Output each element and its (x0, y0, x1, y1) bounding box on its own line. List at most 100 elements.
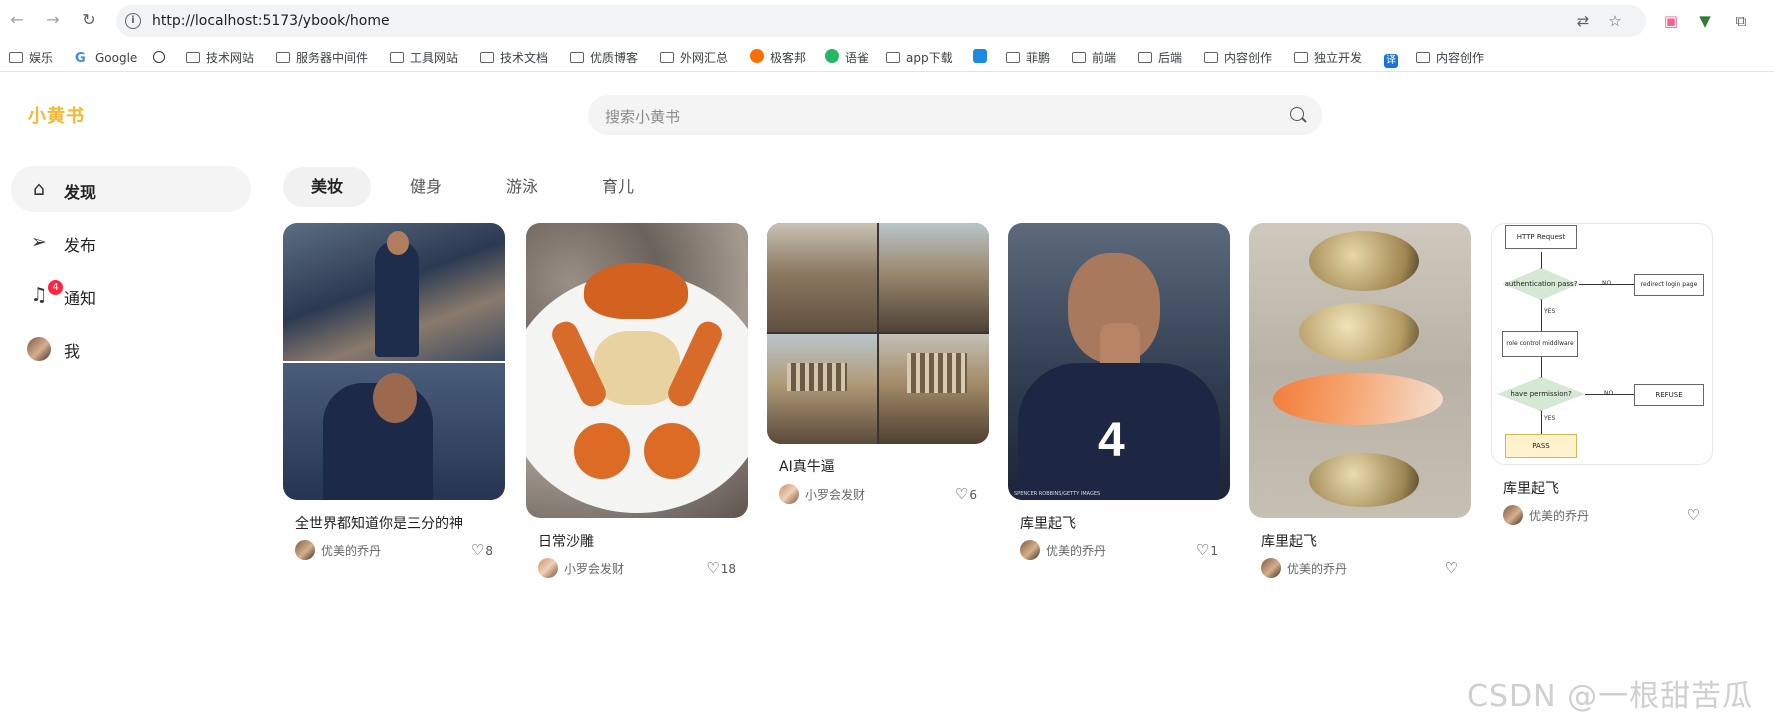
card-cover-image[interactable] (283, 223, 505, 500)
note-card[interactable]: 全世界都知道你是三分的神 优美的乔丹 ♡8 (283, 223, 505, 560)
sidebar-item-discover[interactable]: ⌂ 发现 (11, 166, 251, 212)
card-author[interactable]: 小罗会发财 (805, 486, 865, 503)
note-card[interactable]: HTTP Request authentication pass? NO red… (1491, 223, 1713, 525)
note-card[interactable]: 日常沙雕 小罗会发财 ♡18 (526, 223, 748, 578)
card-author[interactable]: 小罗会发财 (564, 560, 624, 577)
avatar[interactable] (1020, 540, 1040, 560)
bookmark-folder[interactable]: 前端 (1072, 49, 1116, 67)
like-button[interactable]: ♡ (1687, 506, 1701, 524)
bookmark[interactable]: 译 (1384, 49, 1404, 68)
tab-swimming[interactable]: 游泳 (478, 167, 566, 207)
card-title[interactable]: 全世界都知道你是三分的神 (295, 513, 463, 533)
back-icon[interactable]: ← (6, 9, 28, 31)
card-cover-image[interactable]: 4 SPENCER ROBBINS/GETTY IMAGES (1008, 223, 1230, 500)
card-cover-image[interactable] (526, 223, 748, 518)
avatar[interactable] (295, 540, 315, 560)
heart-icon: ♡ (1444, 559, 1458, 577)
bookmark-folder[interactable]: 独立开发 (1294, 49, 1362, 67)
like-button[interactable]: ♡8 (471, 541, 493, 559)
card-title[interactable]: 库里起飞 (1261, 531, 1317, 551)
note-card[interactable]: 库里起飞 优美的乔丹 ♡ (1249, 223, 1471, 578)
app-logo[interactable]: 小黄书 (28, 102, 85, 128)
extensions-puzzle-icon[interactable]: ⧉ (1730, 10, 1752, 32)
note-card[interactable]: AI真牛逼 小罗会发财 ♡6 (767, 223, 989, 504)
sidebar-item-notifications[interactable]: ♫ 4 通知 (11, 272, 251, 318)
bookmark[interactable] (973, 49, 993, 67)
bookmark-folder[interactable]: 优质博客 (570, 49, 638, 67)
card-title[interactable]: 库里起飞 (1503, 478, 1559, 498)
card-meta: 小罗会发财 ♡18 (538, 558, 736, 578)
url-text[interactable]: http://localhost:5173/ybook/home (152, 13, 390, 29)
tab-fitness[interactable]: 健身 (382, 167, 470, 207)
avatar[interactable] (779, 484, 799, 504)
bookmark-folder[interactable]: 内容创作 (1416, 49, 1484, 67)
avatar[interactable] (538, 558, 558, 578)
vue-devtools-icon[interactable]: ▼ (1694, 10, 1716, 32)
card-author[interactable]: 优美的乔丹 (1287, 560, 1347, 577)
send-icon: ➢ (31, 231, 47, 253)
card-cover-image[interactable] (1249, 223, 1471, 518)
like-button[interactable]: ♡6 (955, 485, 977, 503)
bookmark[interactable]: 语雀 (825, 49, 869, 67)
browser-toolbar: ← → ↻ i http://localhost:5173/ybook/home… (0, 0, 1774, 42)
search-bar[interactable]: 搜索小黄书 (588, 95, 1322, 135)
card-meta: 优美的乔丹 ♡1 (1020, 540, 1218, 560)
bookmark-folder[interactable]: 技术网站 (186, 49, 254, 67)
extension-icon[interactable]: ▣ (1660, 10, 1682, 32)
address-bar[interactable]: i http://localhost:5173/ybook/home ⇄ ☆ (116, 5, 1646, 37)
bookmark-folder[interactable]: 娱乐 (9, 49, 53, 67)
forward-icon[interactable]: → (42, 9, 64, 31)
bookmark-folder[interactable]: 菲鹏 (1006, 49, 1050, 67)
star-icon[interactable]: ☆ (1606, 12, 1624, 30)
sidebar-item-me[interactable]: 我 (11, 325, 251, 371)
avatar (27, 337, 51, 361)
folder-icon (886, 52, 900, 63)
card-meta: 优美的乔丹 ♡8 (295, 540, 493, 560)
tab-makeup[interactable]: 美妆 (283, 167, 372, 207)
sidebar-item-publish[interactable]: ➢ 发布 (11, 219, 251, 265)
bookmark-folder[interactable]: 外网汇总 (660, 49, 728, 67)
like-button[interactable]: ♡ (1445, 559, 1459, 577)
card-cover-image[interactable]: HTTP Request authentication pass? NO red… (1491, 223, 1713, 465)
search-input[interactable]: 搜索小黄书 (605, 106, 680, 127)
avatar[interactable] (1503, 505, 1523, 525)
bookmark[interactable]: 极客邦 (750, 49, 806, 67)
translate-icon[interactable]: ⇄ (1574, 12, 1592, 30)
card-author[interactable]: 优美的乔丹 (1529, 507, 1589, 524)
photo-credit: SPENCER ROBBINS/GETTY IMAGES (1014, 491, 1101, 497)
card-author[interactable]: 优美的乔丹 (321, 542, 381, 559)
bookmark-folder[interactable]: 技术文档 (480, 49, 548, 67)
card-title[interactable]: 日常沙雕 (538, 531, 594, 551)
like-button[interactable]: ♡18 (706, 559, 736, 577)
folder-icon (9, 52, 23, 63)
home-icon: ⌂ (32, 178, 46, 200)
card-title[interactable]: AI真牛逼 (779, 456, 835, 476)
note-card[interactable]: 4 SPENCER ROBBINS/GETTY IMAGES 库里起飞 优美的乔… (1008, 223, 1230, 560)
bookmark-folder[interactable]: 工具网站 (390, 49, 458, 67)
card-author[interactable]: 优美的乔丹 (1046, 542, 1106, 559)
bookmark-folder[interactable]: 后端 (1138, 49, 1182, 67)
avatar[interactable] (1261, 558, 1281, 578)
site-info-icon[interactable]: i (125, 13, 141, 29)
watermark: CSDN @一根甜苦瓜 (1467, 679, 1754, 714)
bookmark[interactable] (153, 49, 171, 67)
card-cover-image[interactable] (767, 223, 989, 444)
like-button[interactable]: ♡1 (1196, 541, 1218, 559)
heart-icon: ♡ (706, 559, 720, 577)
folder-icon (1294, 52, 1308, 63)
bookmark-folder[interactable]: app下载 (886, 49, 953, 67)
card-title[interactable]: 库里起飞 (1020, 513, 1076, 533)
search-icon[interactable] (1290, 107, 1304, 121)
tab-parenting[interactable]: 育儿 (574, 167, 662, 207)
folder-icon (1072, 52, 1086, 63)
heart-icon: ♡ (1195, 541, 1210, 559)
folder-icon (1416, 52, 1430, 63)
folder-icon (186, 52, 200, 63)
bookmark-folder[interactable]: 服务器中间件 (276, 49, 368, 67)
bookmark[interactable]: G Google (75, 49, 137, 67)
reload-icon[interactable]: ↻ (78, 9, 100, 31)
bookmark-folder[interactable]: 内容创作 (1204, 49, 1272, 67)
bookmarks-bar: 娱乐 G Google 技术网站 服务器中间件 工具网站 技术文档 优质博客 外网… (0, 44, 1774, 72)
card-meta: 优美的乔丹 ♡ (1503, 505, 1701, 525)
heart-icon: ♡ (1686, 506, 1700, 524)
